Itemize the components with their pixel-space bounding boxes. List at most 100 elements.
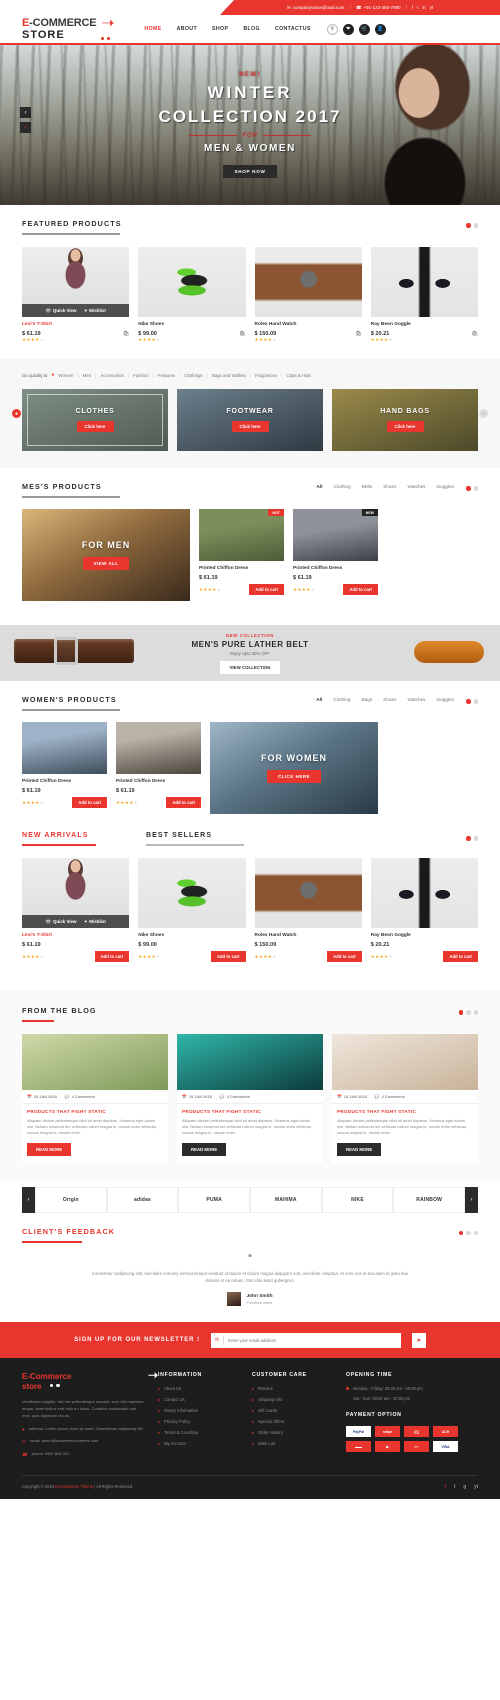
payment-visa-icon[interactable]: VISA [433, 1441, 458, 1453]
featured-carousel-dots[interactable] [466, 219, 478, 228]
product-card[interactable]: HOT Printed Chiffon Dress $ 61.19 ★★★★★ … [199, 509, 284, 601]
blog-post-card[interactable]: 📅 15 JAN 2018 💬 4 Comments PRODUCTS THAT… [332, 1034, 478, 1163]
product-card[interactable]: 👁 Quick View ♥ Wishlist Levi's T-Shirt $… [22, 247, 130, 343]
carousel-dot[interactable] [473, 486, 478, 491]
quick-link-accessories[interactable]: Accessories [100, 373, 124, 378]
wishlist-button[interactable]: ♥ Wishlist [84, 919, 105, 924]
brand-mahima[interactable]: MAHIMA [250, 1186, 322, 1213]
nav-item-home[interactable]: HOME [144, 26, 161, 32]
view-all-button[interactable]: VIEW ALL [82, 557, 130, 570]
quick-link-clothings[interactable]: Clothings [184, 373, 202, 378]
product-card[interactable]: Rolex Hand Watch $ 150.09 🛍 ★★★★★ [254, 247, 362, 343]
nav-item-shop[interactable]: SHOP [212, 26, 228, 32]
footer-logo-line2[interactable]: store [22, 1382, 144, 1391]
read-more-button[interactable]: READ MORE [337, 1142, 382, 1156]
carousel-dot-active[interactable] [466, 486, 471, 491]
add-to-cart-button[interactable]: Add to cart [166, 797, 201, 808]
product-name[interactable]: Nike Shoes [138, 322, 245, 327]
product-card[interactable]: Ray Beon Goggle $ 20.21 ★★★★★ Add to car… [370, 858, 478, 962]
quick-link-features[interactable]: Features [158, 373, 175, 378]
carousel-dot-active[interactable] [458, 1010, 463, 1015]
search-icon[interactable]: ⚲ [326, 23, 338, 35]
product-name[interactable]: Rolex Hand Watch [255, 933, 362, 938]
carousel-dot[interactable] [466, 1230, 471, 1236]
view-collection-button[interactable]: VIEW COLLECTION [219, 660, 281, 674]
tile-button[interactable]: Click here [231, 421, 269, 432]
newsletter-submit-button[interactable]: ➤ [411, 1332, 426, 1348]
tab-goggles[interactable]: Goggles [437, 697, 454, 702]
feedback-carousel-dots[interactable] [458, 1227, 478, 1236]
product-card[interactable]: Printed Chiffon Dress $ 61.19 ★★★★★ Add … [116, 722, 201, 814]
product-name[interactable]: Levi's T-Shirt [22, 933, 129, 938]
linkedin-icon[interactable]: in [422, 5, 425, 10]
tab-all[interactable]: All [316, 697, 322, 702]
topbar-email[interactable]: ✉ companyname@mail.com [287, 5, 345, 11]
brand-adidas[interactable]: adidas [106, 1186, 179, 1213]
product-card[interactable]: Nike Shoes $ 99.00 ★★★★★ Add to cart [138, 858, 246, 962]
tab-bags[interactable]: Bags [361, 697, 372, 702]
payment-amex-icon[interactable]: ≡≡ [404, 1441, 429, 1453]
bag-icon[interactable]: 🛍 [123, 331, 129, 337]
footer-phone[interactable]: ☎ phone: 0987.654.321 [22, 1451, 144, 1458]
tab-belts[interactable]: Belts [362, 484, 372, 489]
hero-shop-now-button[interactable]: SHOP NOW [223, 165, 277, 178]
topbar-phone[interactable]: ☎ +91-123-456-7890 [356, 5, 401, 11]
facebook-icon[interactable]: f [445, 1484, 446, 1490]
tab-shoes[interactable]: Shoes [383, 697, 396, 702]
footer-link-my-account[interactable]: ▸ My Account [158, 1441, 238, 1446]
quick-link-men[interactable]: Men [83, 373, 92, 378]
carousel-dot[interactable] [466, 1010, 471, 1015]
add-to-cart-button[interactable]: Add to cart [210, 951, 246, 962]
tab-watches[interactable]: Watches [407, 484, 425, 489]
carousel-dot-active[interactable] [466, 223, 471, 228]
footer-link-divery-information[interactable]: ▸ Divery Information [158, 1408, 238, 1413]
brands-next-arrow[interactable]: › [465, 1186, 478, 1213]
add-to-cart-button[interactable]: Add to cart [327, 951, 362, 962]
payment-contactless-icon[interactable]: (()) [404, 1426, 429, 1438]
footer-link-returns[interactable]: ▸ Returns [252, 1386, 332, 1391]
nav-item-blog[interactable]: BLOG [243, 26, 260, 32]
product-card[interactable]: Printed Chiffon Dress $ 61.19 ★★★★★ Add … [22, 722, 107, 814]
quick-link-fashion[interactable]: Fashion [133, 373, 149, 378]
product-image[interactable] [370, 858, 478, 928]
footer-link-gift-cards[interactable]: ▸ Gift Cards [252, 1408, 332, 1413]
arrivals-carousel-dots[interactable] [466, 832, 478, 841]
product-name[interactable]: Printed Chiffon Dress [293, 566, 378, 571]
product-image[interactable] [116, 722, 201, 774]
carousel-dot-active[interactable] [466, 699, 471, 704]
product-image[interactable] [22, 722, 107, 774]
bag-icon[interactable]: 🛍 [355, 331, 361, 337]
tiles-next-arrow[interactable]: ○ [479, 409, 488, 418]
nav-item-about[interactable]: ABOUT [177, 26, 197, 32]
hero-next-arrow[interactable]: › [20, 122, 31, 133]
product-image[interactable] [254, 247, 362, 317]
payment-ach-icon[interactable]: ACH [433, 1426, 458, 1438]
blog-post-card[interactable]: 📅 15 JAN 2018 💬 4 Comments PRODUCTS THAT… [22, 1034, 168, 1163]
product-image[interactable]: NEW [293, 509, 378, 561]
blog-carousel-dots[interactable] [458, 1006, 478, 1015]
tab-best-sellers[interactable]: BEST SELLERS [146, 832, 244, 846]
carousel-dot[interactable] [473, 1010, 478, 1015]
carousel-dot[interactable] [473, 699, 478, 704]
payment-stripe-icon[interactable]: stripe [375, 1426, 400, 1438]
product-name[interactable]: Printed Chiffon Dress [116, 779, 201, 784]
read-more-button[interactable]: READ MORE [27, 1142, 72, 1156]
product-image[interactable] [138, 858, 246, 928]
carousel-dot-active[interactable] [466, 836, 471, 841]
product-name[interactable]: Rolex Hand Watch [255, 322, 362, 327]
for-women-banner[interactable]: FOR WOMEN CLICK HERE [210, 722, 378, 814]
carousel-dot[interactable] [473, 223, 478, 228]
footer-link-about-us[interactable]: ▸ About Us [158, 1386, 238, 1391]
tab-new-arrivals[interactable]: NEW ARRIVALS [22, 832, 96, 846]
quick-link-caps-hats[interactable]: Caps & Hats [286, 373, 311, 378]
copyright-brand[interactable]: E-Commerce Theme [55, 1484, 93, 1489]
tab-clothing[interactable]: Clothing [333, 697, 350, 702]
footer-link-special-offers[interactable]: ▸ Special Offers [252, 1419, 332, 1424]
tab-clothing[interactable]: Clothing [334, 484, 351, 489]
read-more-button[interactable]: READ MORE [182, 1142, 227, 1156]
bag-icon[interactable]: 🛍 [239, 331, 245, 337]
footer-link-order-history[interactable]: ▸ Order History [252, 1430, 332, 1435]
for-men-banner[interactable]: FOR MEN VIEW ALL [22, 509, 190, 601]
tab-all[interactable]: All [317, 484, 323, 489]
payment-card-icon[interactable]: ▬▬ [346, 1441, 371, 1453]
